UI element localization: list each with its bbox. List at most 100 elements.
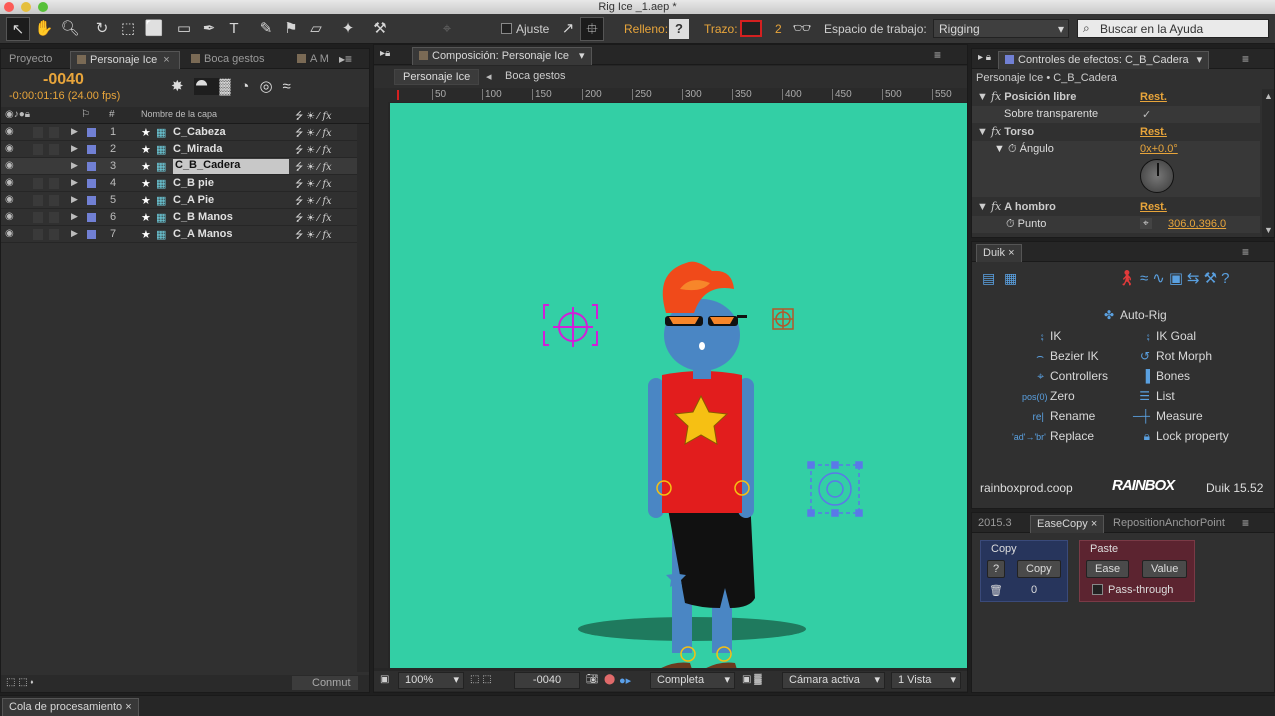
- brush-tool-icon[interactable]: ✎: [254, 17, 278, 41]
- effect-a-hombro[interactable]: ▼ fx A hombro: [977, 200, 1056, 213]
- zoom-dropdown[interactable]: 100% ▾: [398, 672, 464, 689]
- nav-boca-gestos[interactable]: Boca gestos: [505, 70, 566, 82]
- zero-button[interactable]: pos(0) Zero: [1022, 389, 1075, 403]
- measure-button[interactable]: ─┼ Measure: [1128, 409, 1203, 423]
- pass-through-box[interactable]: [1092, 584, 1103, 595]
- label-color-swatch[interactable]: [87, 196, 96, 205]
- help-icon[interactable]: ?: [1221, 270, 1233, 287]
- snap-edges-icon[interactable]: ⯐: [580, 17, 604, 41]
- label-color-swatch[interactable]: [87, 162, 96, 171]
- roto-brush-tool-icon[interactable]: ✦: [336, 17, 360, 41]
- label-color-swatch[interactable]: [87, 145, 96, 154]
- visibility-eye-icon[interactable]: ◉: [5, 177, 14, 188]
- nav-personaje-ice[interactable]: Personaje Ice: [394, 69, 480, 85]
- layer-row[interactable]: ◉ ▶ 5 ★ ▦ C_A Pie ⭍ ☀ ∕ fx: [1, 192, 369, 209]
- layer-switches-icons[interactable]: ⭍ ☀ ∕ fx: [295, 228, 332, 245]
- transparency-icon[interactable]: ▣ ▓: [742, 674, 762, 685]
- region-icon[interactable]: ▣: [380, 674, 389, 685]
- label-color-swatch[interactable]: [87, 179, 96, 188]
- lock-toggle[interactable]: [49, 195, 59, 206]
- expand-arrow-icon[interactable]: ▶: [71, 194, 78, 205]
- tab-repositionanchorpoint[interactable]: RepositionAnchorPoint: [1107, 515, 1231, 533]
- 3d-draft-icon[interactable]: ✸: [171, 78, 194, 95]
- vertical-ruler[interactable]: [374, 102, 388, 668]
- visibility-eye-icon[interactable]: ◉: [5, 194, 14, 205]
- reset-posicion-libre-link[interactable]: Rest.: [1140, 91, 1167, 103]
- frame-blend-icon[interactable]: ▓: [219, 78, 240, 95]
- expand-arrow-icon[interactable]: ▶: [71, 126, 78, 137]
- punto-value[interactable]: 306.0,396.0: [1168, 218, 1226, 230]
- zoom-tool-icon[interactable]: 🔍︎: [58, 17, 82, 41]
- rainbox-link[interactable]: rainboxprod.coop: [980, 481, 1073, 495]
- check-icon[interactable]: ✓: [1142, 108, 1151, 121]
- tab-render-queue[interactable]: Cola de procesamiento ×: [2, 698, 139, 716]
- pen-tool-icon[interactable]: ✒: [197, 17, 221, 41]
- replace-button[interactable]: 'ad'→'br' Replace: [1012, 429, 1094, 443]
- snapshot-icon[interactable]: 📷︎: [586, 674, 599, 685]
- lock-toggle[interactable]: [49, 144, 59, 155]
- brainstorm-icon[interactable]: ≈: [283, 78, 301, 95]
- motion-blur-icon[interactable]: ◔: [240, 78, 259, 95]
- layer-row[interactable]: ◉ ▶ 4 ★ ▦ C_B pie ⭍ ☀ ∕ fx: [1, 175, 369, 192]
- tab-project[interactable]: Proyecto: [3, 51, 58, 69]
- help-search-input[interactable]: ⌕ Buscar en la Ayuda: [1077, 19, 1269, 38]
- panel-menu-icon[interactable]: ≡: [1242, 245, 1249, 259]
- tab-effect-controls[interactable]: Controles de efectos: C_B_Cadera ▾: [998, 51, 1210, 69]
- layer-row[interactable]: ◉ ▶ 2 ★ ▦ C_Mirada ⭍ ☀ ∕ fx: [1, 141, 369, 158]
- clone-stamp-tool-icon[interactable]: ⚑: [279, 17, 303, 41]
- visibility-eye-icon[interactable]: ◉: [5, 228, 14, 239]
- layer-row[interactable]: ◉ ▶ 7 ★ ▦ C_A Manos ⭍ ☀ ∕ fx: [1, 226, 369, 243]
- stroke-width-value[interactable]: 2: [775, 22, 782, 36]
- angulo-value[interactable]: 0x+0.0°: [1140, 143, 1178, 155]
- settings-icon[interactable]: ⚒: [1204, 270, 1221, 287]
- value-button[interactable]: Value: [1142, 560, 1188, 578]
- label-color-swatch[interactable]: [87, 230, 96, 239]
- scroll-down-icon[interactable]: ▼: [1264, 225, 1273, 235]
- solo-toggle[interactable]: [33, 144, 43, 155]
- layer-row[interactable]: ◉ ▶ 6 ★ ▦ C_B Manos ⭍ ☀ ∕ fx: [1, 209, 369, 226]
- panel-menu-icon[interactable]: ≡: [934, 48, 941, 62]
- effect-torso[interactable]: ▼ fx Torso: [977, 125, 1034, 138]
- rename-button[interactable]: re| Rename: [1022, 409, 1096, 423]
- camera-dropdown[interactable]: Cámara activa ▾: [782, 672, 885, 689]
- list-button[interactable]: ☰ List: [1128, 389, 1174, 403]
- layer-name[interactable]: C_Mirada: [173, 143, 223, 155]
- lock-toggle[interactable]: [49, 127, 59, 138]
- crosshair-icon[interactable]: ⌖: [1140, 218, 1152, 229]
- camera-icon[interactable]: ▣: [1169, 270, 1187, 287]
- rot-morph-button[interactable]: ↺ Rot Morph: [1128, 349, 1212, 363]
- prop-angulo-row[interactable]: ▼ ⏱︎ Ángulo: [994, 143, 1054, 156]
- pan-behind-tool-icon[interactable]: ⬜: [142, 17, 166, 41]
- rigging-icon[interactable]: 🚶︎: [1117, 270, 1140, 287]
- name-column-header[interactable]: Nombre de la capa: [141, 109, 217, 119]
- time-field[interactable]: -0040: [514, 672, 580, 689]
- prop-punto-row[interactable]: ⏱︎ Punto: [1006, 218, 1046, 231]
- workspace-dropdown[interactable]: Rigging ▾: [933, 19, 1069, 38]
- label-color-swatch[interactable]: [87, 128, 96, 137]
- ik-button[interactable]: ⨟ IK: [1022, 329, 1061, 344]
- snap-checkbox[interactable]: [501, 23, 512, 34]
- trash-icon[interactable]: 🗑︎: [989, 584, 1003, 597]
- tab-boca-gestos[interactable]: Boca gestos: [185, 51, 271, 69]
- reset-torso-link[interactable]: Rest.: [1140, 126, 1167, 138]
- bones-button[interactable]: ▐ Bones: [1128, 369, 1190, 383]
- color-channels-icon[interactable]: ●▸: [619, 674, 631, 687]
- lock-property-button[interactable]: 🔒︎ Lock property: [1128, 429, 1229, 444]
- lock-toggle[interactable]: [49, 178, 59, 189]
- animation-icon[interactable]: ∿: [1152, 270, 1169, 287]
- quality-dropdown[interactable]: Completa ▾: [650, 672, 735, 689]
- layer-name[interactable]: C_A Manos: [173, 228, 233, 240]
- tab-2015-3[interactable]: 2015.3: [972, 515, 1018, 533]
- solo-toggle[interactable]: [33, 178, 43, 189]
- lock-icon[interactable]: ▸🔒︎: [380, 48, 390, 59]
- tab-composition[interactable]: Composición: Personaje Ice ▾: [412, 47, 592, 65]
- eraser-tool-icon[interactable]: ▱: [304, 17, 328, 41]
- type-tool-icon[interactable]: T: [222, 17, 246, 41]
- close-window-button[interactable]: [4, 2, 14, 12]
- minimize-window-button[interactable]: [21, 2, 31, 12]
- view-layout-dropdown[interactable]: 1 Vista ▾: [891, 672, 961, 689]
- layer-name[interactable]: C_B pie: [173, 177, 214, 189]
- toggle-panes-icons[interactable]: ⬚ ⬚ ⬪: [6, 677, 33, 688]
- panel-menu-icon[interactable]: ≡: [1242, 516, 1249, 530]
- snap-options-icon[interactable]: ↗: [556, 17, 580, 41]
